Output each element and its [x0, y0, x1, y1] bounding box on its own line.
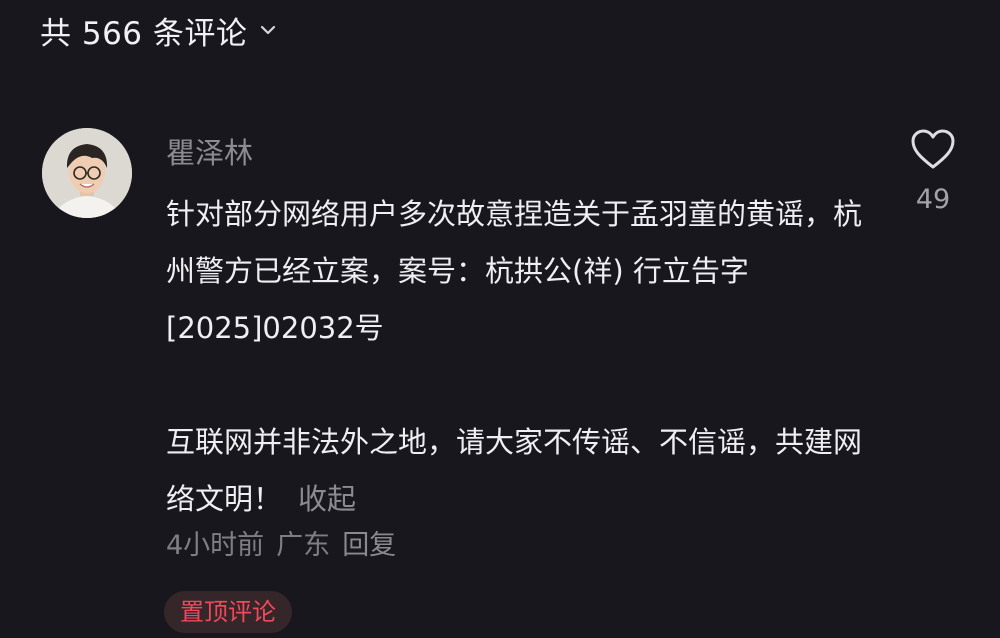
user-avatar[interactable] — [42, 128, 132, 218]
comment-paragraph-2: 互联网并非法外之地，请大家不传谣、不信谣，共建网络文明！ 收起 — [166, 414, 866, 528]
comment-location: 广东 — [276, 530, 331, 561]
comment-count-label: 共 566 条评论 — [40, 15, 248, 52]
pinned-comment-badge: 置顶评论 — [164, 591, 292, 633]
collapse-link[interactable]: 收起 — [298, 482, 356, 516]
comment-time: 4小时前 — [166, 530, 265, 561]
comment-paragraph-2-text: 互联网并非法外之地，请大家不传谣、不信谣，共建网络文明！ — [166, 425, 863, 516]
like-button[interactable]: 49 — [905, 128, 961, 215]
comment-count-header[interactable]: 共 566 条评论 — [40, 8, 279, 52]
comment-paragraph-1: 针对部分网络用户多次故意捏造关于孟羽童的黄谣，杭州警方已经立案，案号：杭拱公(祥… — [166, 197, 863, 345]
chevron-down-icon[interactable] — [257, 19, 279, 41]
reply-button[interactable]: 回复 — [342, 526, 396, 566]
comment-username[interactable]: 瞿泽林 — [166, 134, 253, 172]
comment-text: 针对部分网络用户多次故意捏造关于孟羽童的黄谣，杭州警方已经立案，案号：杭拱公(祥… — [166, 186, 866, 528]
comment-meta: 4小时前 广东 回复 — [166, 526, 396, 566]
like-count: 49 — [915, 184, 951, 215]
heart-outline-icon[interactable] — [910, 128, 956, 170]
